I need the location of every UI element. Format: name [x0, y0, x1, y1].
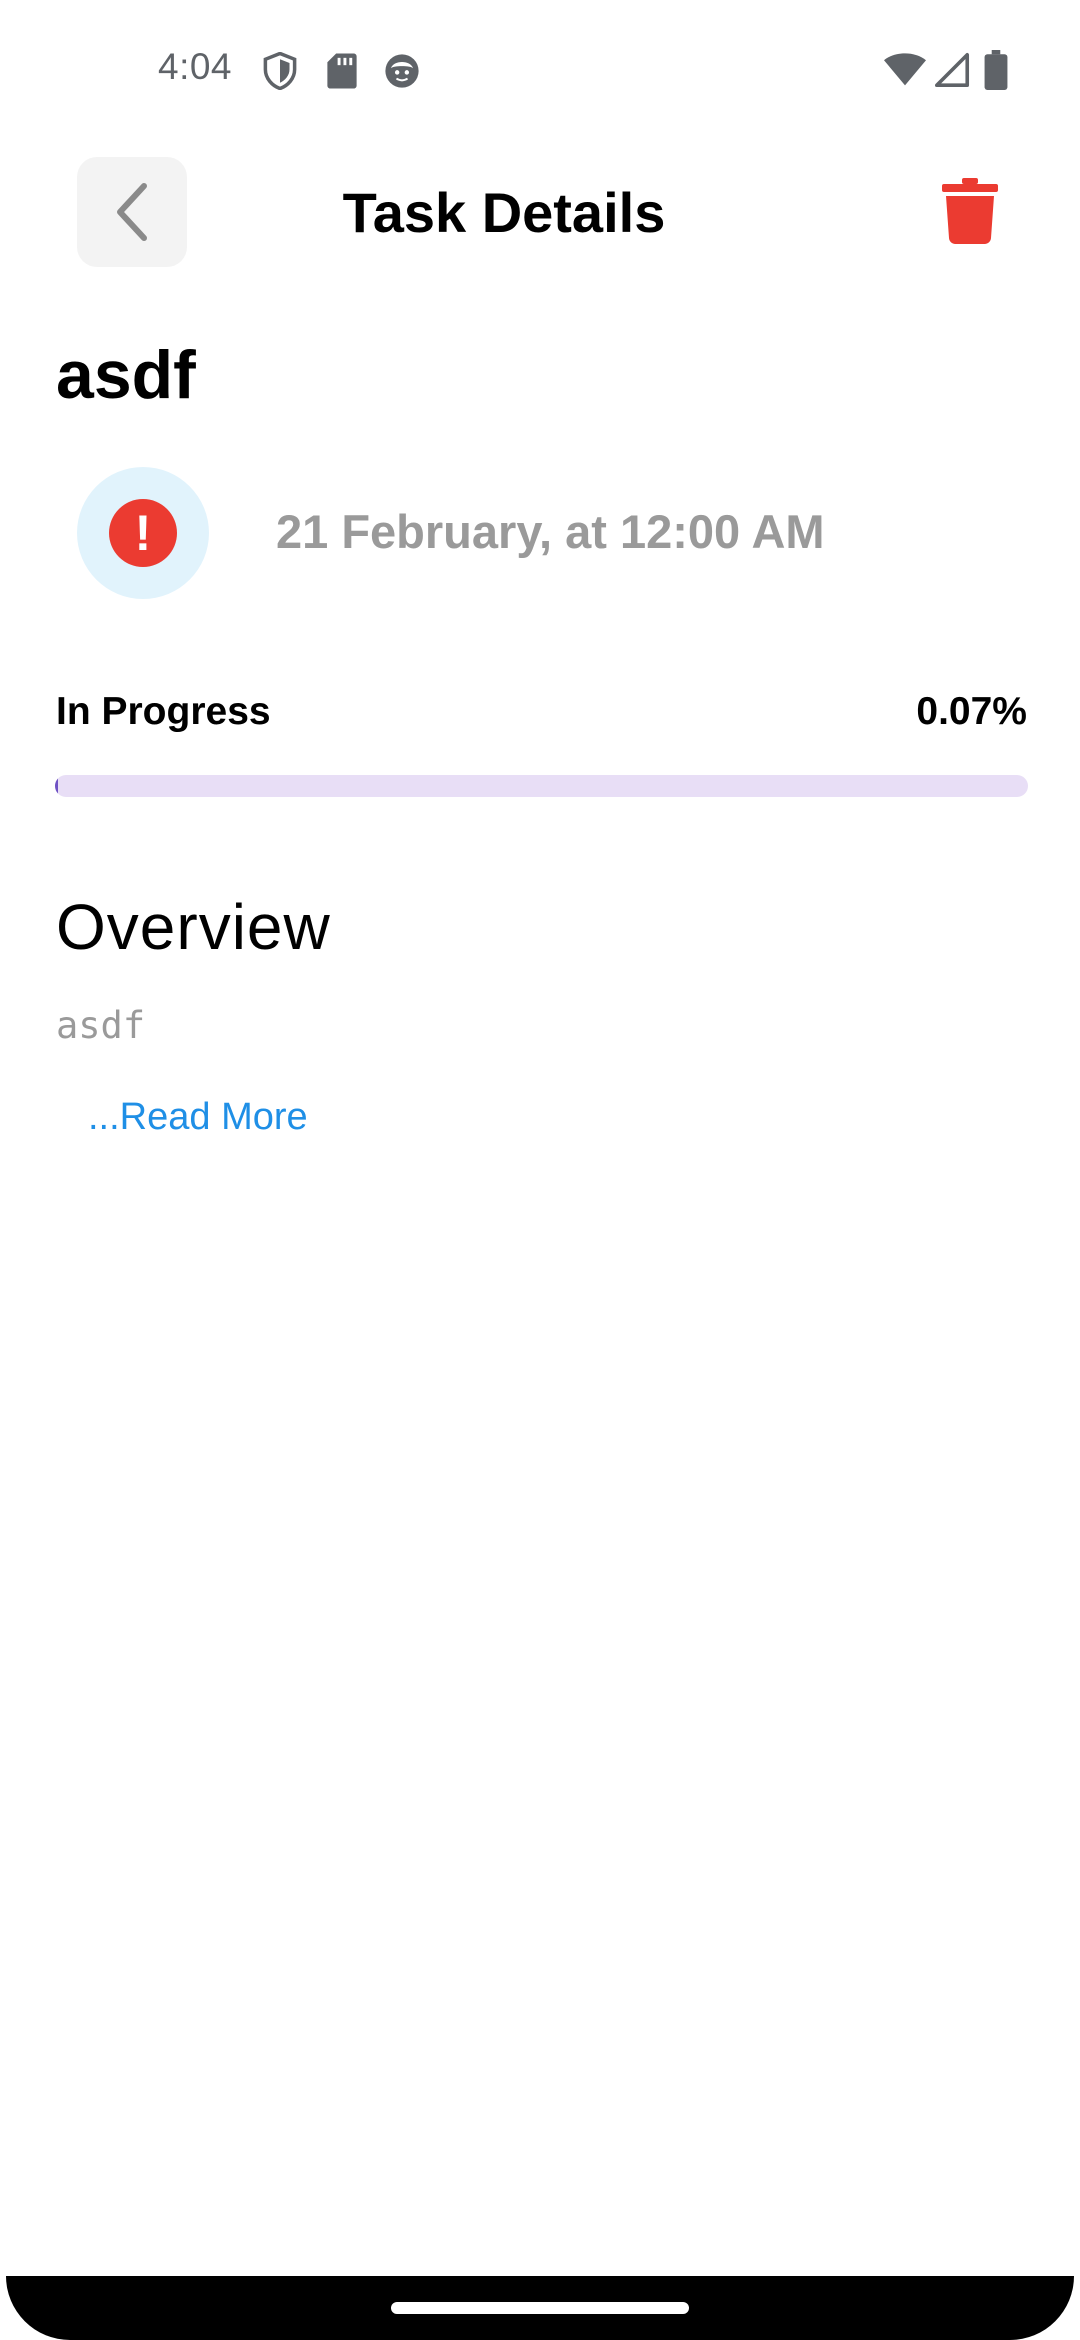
overview-text: asdf — [56, 1004, 146, 1047]
progress-label: In Progress — [56, 690, 271, 733]
progress-bar — [55, 775, 1028, 797]
exclamation-icon: ! — [109, 499, 177, 567]
status-bar: 4:04 — [0, 0, 1080, 140]
face-icon — [385, 54, 419, 88]
status-time: 4:04 — [158, 46, 233, 87]
battery-icon — [984, 50, 1008, 90]
wifi-icon — [884, 53, 926, 86]
cell-signal-icon — [934, 52, 970, 88]
progress-bar-fill — [55, 775, 58, 797]
shield-icon — [263, 52, 297, 90]
task-title: asdf — [56, 337, 196, 413]
trash-icon[interactable] — [942, 178, 998, 244]
priority-indicator: ! — [77, 467, 209, 599]
page-title: Task Details — [342, 181, 666, 244]
overview-heading: Overview — [56, 891, 331, 963]
sd-card-icon — [327, 53, 357, 89]
home-gesture-handle[interactable] — [391, 2302, 689, 2314]
read-more-link[interactable]: ...Read More — [88, 1096, 308, 1139]
progress-value: 0.07% — [916, 690, 1027, 733]
due-date: 21 February, at 12:00 AM — [276, 505, 825, 558]
